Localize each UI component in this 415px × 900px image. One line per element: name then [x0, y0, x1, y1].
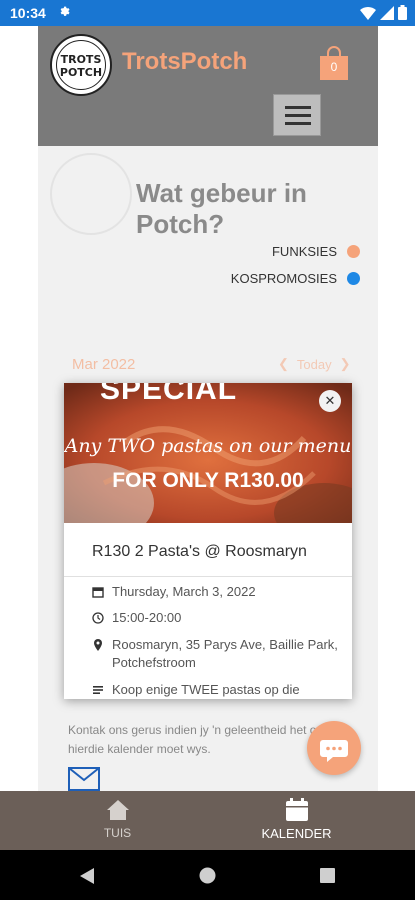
page-title: Wat gebeur in Potch? [136, 178, 307, 239]
cart-count: 0 [330, 60, 338, 74]
recents-icon[interactable] [320, 868, 335, 883]
event-popup: SPECIAL Any TWO pastas on our menu FOR O… [64, 383, 352, 699]
chevron-left-icon[interactable]: ❮ [278, 356, 289, 372]
event-location-text: Roosmaryn, 35 Parys Ave, Baillie Park, P… [112, 637, 338, 670]
hamburger-menu-button[interactable] [273, 94, 321, 136]
calendar-nav: ❮ Today ❯ [278, 356, 351, 372]
page-margin-right [378, 26, 415, 791]
back-icon[interactable] [80, 868, 96, 884]
trotspotch-logo[interactable]: TROTS POTCH [50, 34, 112, 96]
event-description: Koop enige TWEE pastas op die [92, 681, 342, 699]
promo-line2: FOR ONLY R130.00 [112, 469, 304, 492]
signal-icon [380, 5, 394, 20]
chevron-right-icon[interactable]: ❯ [340, 356, 351, 372]
event-location: Roosmaryn, 35 Parys Ave, Baillie Park, P… [92, 636, 342, 672]
event-date-text: Thursday, March 3, 2022 [112, 584, 256, 599]
legend-item-kospromosies: KOSPROMOSIES [231, 271, 360, 286]
divider [64, 576, 352, 577]
battery-icon [398, 5, 407, 20]
logo-text-bottom: POTCH [59, 66, 103, 79]
menu-line-icon [285, 114, 311, 117]
menu-line-icon [285, 122, 311, 125]
calendar-month: Mar 2022 [72, 356, 136, 373]
bottom-navigation: TUIS KALENDER [0, 791, 415, 850]
nav-label-tuis: TUIS [103, 826, 132, 840]
chat-bubble-icon [320, 740, 348, 762]
wifi-icon [360, 6, 376, 20]
contact-text: Kontak ons gerus indien jy 'n geleenthei… [68, 723, 324, 756]
logo-text-top: TROTS [60, 53, 102, 66]
legend-dot-icon [347, 272, 360, 285]
status-time: 10:34 [10, 5, 46, 21]
cart-button[interactable]: 0 [320, 46, 348, 80]
legend-item-funksies: FUNKSIES [272, 244, 360, 259]
description-icon [93, 686, 103, 694]
close-popup-button[interactable]: ✕ [319, 390, 341, 412]
calendar-icon [92, 587, 104, 598]
mail-icon[interactable] [68, 767, 100, 791]
legend-label: FUNKSIES [271, 244, 337, 259]
event-date: Thursday, March 3, 2022 [92, 583, 342, 601]
menu-line-icon [285, 106, 311, 109]
chat-button[interactable] [307, 721, 361, 775]
promo-image: SPECIAL Any TWO pastas on our menu FOR O… [64, 383, 352, 523]
home-circle-icon[interactable] [199, 867, 216, 884]
promo-headline: SPECIAL [100, 383, 238, 406]
event-time-text: 15:00-20:00 [112, 610, 182, 625]
site-header: TROTS POTCH TrotsPotch 0 [38, 26, 378, 146]
event-time: 15:00-20:00 [92, 609, 342, 627]
watermark-logo [50, 153, 132, 235]
nav-item-kalender[interactable]: KALENDER [193, 791, 400, 850]
today-button[interactable]: Today [297, 357, 332, 372]
event-title: R130 2 Pasta's @ Roosmaryn [92, 543, 307, 560]
page-margin-left [0, 26, 38, 791]
calendar-icon [285, 798, 308, 821]
nav-label-kalender: KALENDER [261, 826, 332, 841]
clock-icon [92, 612, 104, 624]
system-navigation-bar [0, 850, 415, 900]
settings-gear-icon [60, 6, 70, 16]
brand-name[interactable]: TrotsPotch [122, 48, 247, 76]
event-description-text: Koop enige TWEE pastas op die [112, 682, 300, 697]
home-icon [106, 800, 129, 820]
location-pin-icon [94, 639, 102, 651]
status-icons [360, 5, 407, 20]
status-bar: 10:34 [0, 0, 415, 26]
nav-item-tuis[interactable]: TUIS [14, 791, 221, 850]
legend-label: KOSPROMOSIES [230, 271, 337, 286]
promo-line1: Any TWO pastas on our menu [64, 435, 352, 457]
legend-dot-icon [347, 245, 360, 258]
